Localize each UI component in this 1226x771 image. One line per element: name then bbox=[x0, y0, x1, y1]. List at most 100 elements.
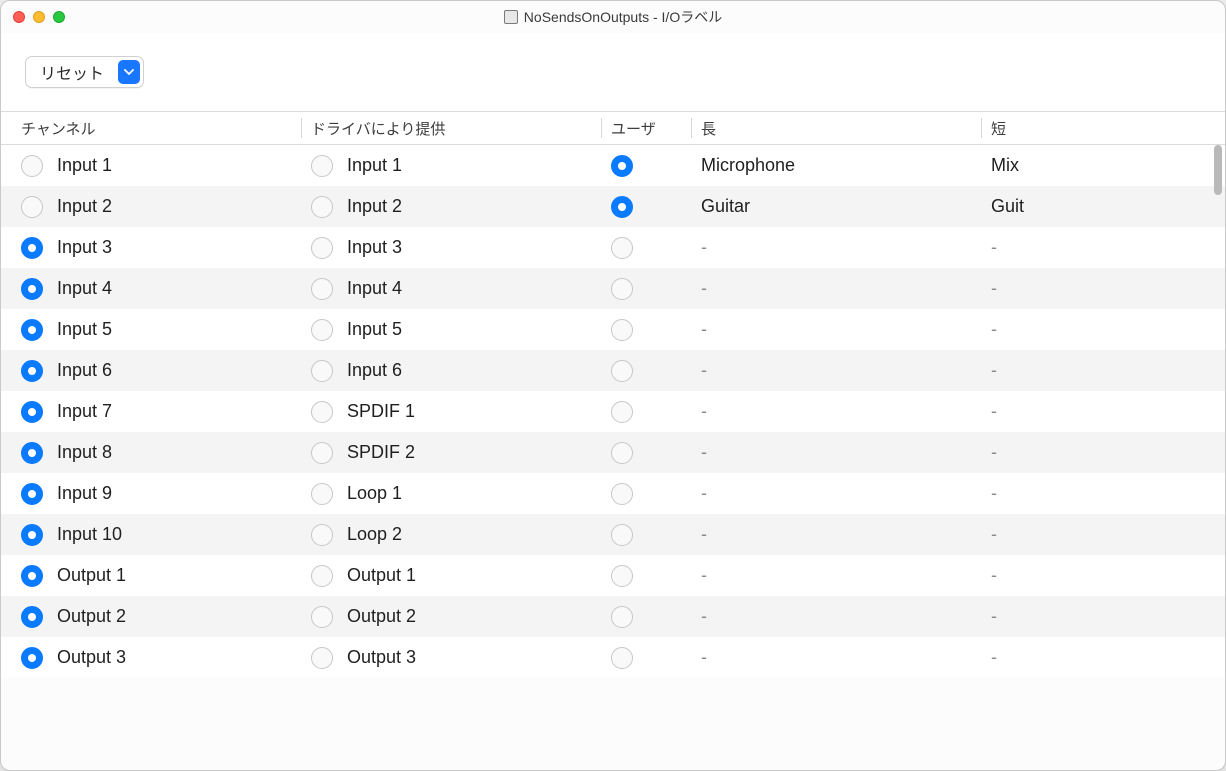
minimize-button[interactable] bbox=[33, 11, 45, 23]
table-body[interactable]: Input 1Input 1MicrophoneMixInput 2Input … bbox=[1, 145, 1225, 770]
channel-radio[interactable] bbox=[21, 237, 43, 259]
close-button[interactable] bbox=[13, 11, 25, 23]
long-value[interactable]: - bbox=[701, 237, 707, 258]
channel-radio[interactable] bbox=[21, 442, 43, 464]
header-long[interactable]: 長 bbox=[691, 112, 981, 144]
driver-radio[interactable] bbox=[311, 442, 333, 464]
driver-radio[interactable] bbox=[311, 155, 333, 177]
table-row[interactable]: Input 3Input 3-- bbox=[1, 227, 1225, 268]
table-row[interactable]: Input 1Input 1MicrophoneMix bbox=[1, 145, 1225, 186]
user-radio[interactable] bbox=[611, 401, 633, 423]
driver-radio[interactable] bbox=[311, 647, 333, 669]
short-value[interactable]: - bbox=[991, 278, 997, 299]
table-row[interactable]: Input 9Loop 1-- bbox=[1, 473, 1225, 514]
driver-radio[interactable] bbox=[311, 196, 333, 218]
user-radio[interactable] bbox=[611, 606, 633, 628]
driver-value: Output 2 bbox=[347, 606, 416, 627]
driver-radio[interactable] bbox=[311, 401, 333, 423]
long-value[interactable]: - bbox=[701, 565, 707, 586]
short-value[interactable]: Guit bbox=[991, 196, 1024, 217]
table-row[interactable]: Input 4Input 4-- bbox=[1, 268, 1225, 309]
channel-radio[interactable] bbox=[21, 319, 43, 341]
table-row[interactable]: Input 8SPDIF 2-- bbox=[1, 432, 1225, 473]
long-value[interactable]: - bbox=[701, 278, 707, 299]
long-value[interactable]: - bbox=[701, 442, 707, 463]
user-radio[interactable] bbox=[611, 483, 633, 505]
driver-value: Output 3 bbox=[347, 647, 416, 668]
table-row[interactable]: Input 5Input 5-- bbox=[1, 309, 1225, 350]
table-row[interactable]: Output 1Output 1-- bbox=[1, 555, 1225, 596]
user-radio[interactable] bbox=[611, 442, 633, 464]
user-radio[interactable] bbox=[611, 237, 633, 259]
channel-radio[interactable] bbox=[21, 196, 43, 218]
long-value[interactable]: - bbox=[701, 360, 707, 381]
short-value[interactable]: - bbox=[991, 483, 997, 504]
table-row[interactable]: Input 7SPDIF 1-- bbox=[1, 391, 1225, 432]
user-radio[interactable] bbox=[611, 278, 633, 300]
user-radio[interactable] bbox=[611, 319, 633, 341]
channel-radio[interactable] bbox=[21, 155, 43, 177]
window-title: NoSendsOnOutputs - I/Oラベル bbox=[524, 7, 722, 27]
driver-value: Input 6 bbox=[347, 360, 402, 381]
short-value[interactable]: - bbox=[991, 360, 997, 381]
long-value[interactable]: Guitar bbox=[701, 196, 750, 217]
channel-value: Output 2 bbox=[57, 606, 126, 627]
zoom-button[interactable] bbox=[53, 11, 65, 23]
short-value[interactable]: - bbox=[991, 565, 997, 586]
user-radio[interactable] bbox=[611, 647, 633, 669]
long-value[interactable]: - bbox=[701, 606, 707, 627]
driver-value: SPDIF 2 bbox=[347, 442, 415, 463]
scrollbar-thumb[interactable] bbox=[1214, 145, 1222, 195]
short-value[interactable]: - bbox=[991, 524, 997, 545]
channel-radio[interactable] bbox=[21, 483, 43, 505]
long-value[interactable]: - bbox=[701, 647, 707, 668]
user-radio[interactable] bbox=[611, 196, 633, 218]
user-radio[interactable] bbox=[611, 155, 633, 177]
channel-radio[interactable] bbox=[21, 647, 43, 669]
titlebar: NoSendsOnOutputs - I/Oラベル bbox=[1, 1, 1225, 33]
short-value[interactable]: Mix bbox=[991, 155, 1019, 176]
long-value[interactable]: - bbox=[701, 401, 707, 422]
table-row[interactable]: Input 6Input 6-- bbox=[1, 350, 1225, 391]
table-header: チャンネル ドライバにより提供 ユーザ 長 短 bbox=[1, 111, 1225, 145]
channel-radio[interactable] bbox=[21, 565, 43, 587]
driver-value: Loop 1 bbox=[347, 483, 402, 504]
driver-radio[interactable] bbox=[311, 565, 333, 587]
table-row[interactable]: Input 2Input 2GuitarGuit bbox=[1, 186, 1225, 227]
user-radio[interactable] bbox=[611, 524, 633, 546]
driver-radio[interactable] bbox=[311, 606, 333, 628]
short-value[interactable]: - bbox=[991, 442, 997, 463]
channel-value: Output 3 bbox=[57, 647, 126, 668]
user-radio[interactable] bbox=[611, 360, 633, 382]
table-row[interactable]: Input 10Loop 2-- bbox=[1, 514, 1225, 555]
short-value[interactable]: - bbox=[991, 401, 997, 422]
driver-radio[interactable] bbox=[311, 237, 333, 259]
header-user[interactable]: ユーザ bbox=[601, 112, 691, 144]
header-channel[interactable]: チャンネル bbox=[11, 112, 301, 144]
driver-radio[interactable] bbox=[311, 360, 333, 382]
driver-radio[interactable] bbox=[311, 524, 333, 546]
header-short[interactable]: 短 bbox=[981, 112, 1225, 144]
short-value[interactable]: - bbox=[991, 606, 997, 627]
user-radio[interactable] bbox=[611, 565, 633, 587]
table-row[interactable]: Output 2 Output 2 - - bbox=[1, 596, 1225, 637]
short-value[interactable]: - bbox=[991, 237, 997, 258]
long-value[interactable]: - bbox=[701, 483, 707, 504]
channel-radio[interactable] bbox=[21, 401, 43, 423]
driver-radio[interactable] bbox=[311, 278, 333, 300]
long-value[interactable]: Microphone bbox=[701, 155, 795, 176]
short-value[interactable]: - bbox=[991, 319, 997, 340]
table-row[interactable]: Output 3 Output 3 - - bbox=[1, 637, 1225, 678]
short-value[interactable]: - bbox=[991, 647, 997, 668]
long-value[interactable]: - bbox=[701, 524, 707, 545]
header-driver[interactable]: ドライバにより提供 bbox=[301, 112, 601, 144]
channel-radio[interactable] bbox=[21, 360, 43, 382]
reset-button[interactable]: リセット bbox=[25, 56, 144, 88]
channel-radio[interactable] bbox=[21, 524, 43, 546]
driver-radio[interactable] bbox=[311, 319, 333, 341]
channel-radio[interactable] bbox=[21, 606, 43, 628]
channel-value: Input 1 bbox=[57, 155, 112, 176]
driver-radio[interactable] bbox=[311, 483, 333, 505]
channel-radio[interactable] bbox=[21, 278, 43, 300]
long-value[interactable]: - bbox=[701, 319, 707, 340]
